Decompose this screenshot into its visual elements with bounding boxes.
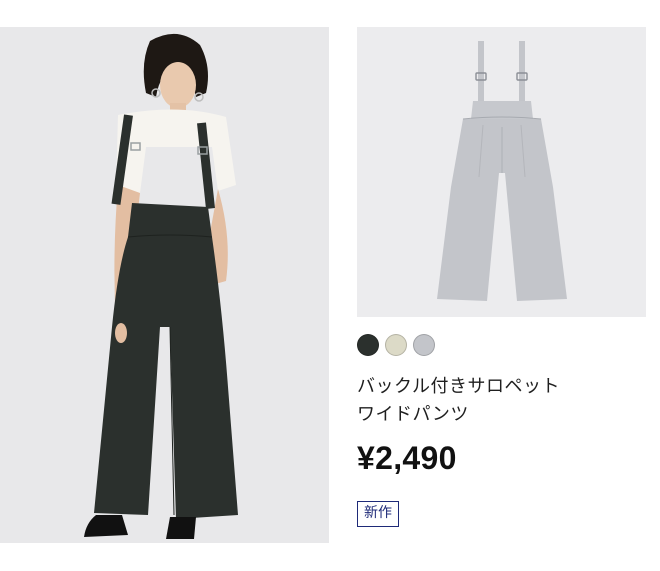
swatch-dark-green[interactable]: [357, 334, 379, 356]
model-wearing-overall-image: [0, 27, 329, 543]
swatch-light-gray[interactable]: [413, 334, 435, 356]
product-price: ¥2,490: [357, 440, 457, 476]
model-photo[interactable]: [0, 27, 329, 543]
product-name-line2[interactable]: ワイドパンツ: [357, 401, 647, 429]
new-badge: 新作: [357, 501, 399, 527]
product-image[interactable]: [357, 27, 646, 317]
overall-product-image: [357, 27, 646, 317]
swatch-beige[interactable]: [385, 334, 407, 356]
product-name[interactable]: バックル付きサロペット ワイドパンツ: [357, 373, 647, 429]
product-name-line1[interactable]: バックル付きサロペット: [357, 373, 647, 401]
color-swatches: [357, 334, 435, 356]
